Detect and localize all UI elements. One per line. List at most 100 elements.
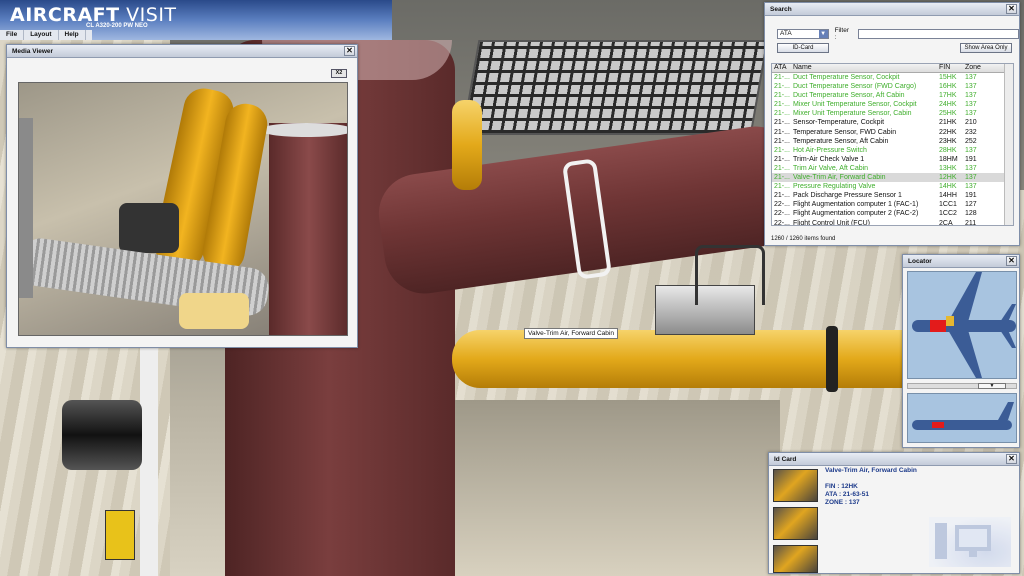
- table-row[interactable]: 22-... Flight Augmentation computer 2 (FA…: [772, 209, 1013, 218]
- table-row[interactable]: 21-... Temperature Sensor, FWD Cabin 22HK 2…: [772, 128, 1013, 137]
- cell-ata: 21-...: [774, 183, 790, 191]
- aircraft-side-view[interactable]: [907, 393, 1017, 443]
- column-name[interactable]: Name: [791, 64, 937, 72]
- table-row[interactable]: 22-... Flight Control Unit (FCU) 2CA 211: [772, 219, 1013, 226]
- cell-name: Mixer Unit Temperature Sensor, Cockpit: [793, 101, 917, 109]
- cell-name: Temperature Sensor, Aft Cabin: [793, 137, 889, 145]
- table-row[interactable]: 21-... Sensor-Temperature, Cockpit 21HK 210: [772, 118, 1013, 127]
- close-icon[interactable]: ✕: [1006, 454, 1017, 464]
- photo-gray-pipe: [19, 118, 33, 298]
- cell-name: Duct Temperature Sensor, Cockpit: [793, 74, 900, 81]
- search-title: Search ✕: [765, 3, 1019, 16]
- table-row[interactable]: 21-... Pressure Regulating Valve 14HK 137: [772, 182, 1013, 191]
- cell-ata: 21-...: [774, 174, 790, 182]
- cell-zone: 191: [965, 155, 977, 163]
- cell-ata: 22-...: [774, 219, 790, 226]
- cell-ata: 22-...: [774, 201, 790, 209]
- cell-ata: 21-...: [774, 128, 790, 136]
- filter-label: Filter :: [834, 27, 850, 41]
- table-row[interactable]: 21-... Trim Air Valve, Aft Cabin 13HK 137: [772, 164, 1013, 173]
- cell-zone: 137: [965, 74, 977, 81]
- table-row[interactable]: 21-... Duct Temperature Sensor (FWD Cargo…: [772, 82, 1013, 91]
- white-frame-post: [140, 348, 158, 576]
- aircraft-top-view[interactable]: [907, 271, 1017, 379]
- cell-fin: 16HK: [939, 83, 957, 91]
- table-row[interactable]: 21-... Hot Air-Pressure Switch 28HK 137: [772, 146, 1013, 155]
- results-list[interactable]: ATA Name FIN Zone 21-... Duct Temperature…: [771, 63, 1014, 226]
- component-photo: [18, 82, 348, 336]
- menu-layout[interactable]: Layout: [24, 30, 59, 40]
- cell-fin: 21HK: [939, 119, 957, 127]
- cell-name: Flight Control Unit (FCU): [793, 219, 871, 226]
- search-panel: Search ✕ ATA ▼ Filter : ID-Card Show Are…: [764, 2, 1020, 246]
- table-row[interactable]: 21-... Pack Discharge Pressure Sensor 1 14…: [772, 191, 1013, 200]
- cell-fin: 14HK: [939, 183, 957, 191]
- results-rows: 21-... Duct Temperature Sensor, Cockpit 15…: [772, 73, 1013, 226]
- close-icon[interactable]: ✕: [1006, 256, 1017, 266]
- column-fin[interactable]: FIN: [937, 64, 963, 72]
- id-card-info: Valve-Trim Air, Forward Cabin FIN : 12HK…: [825, 467, 917, 507]
- cell-ata: 21-...: [774, 164, 790, 172]
- locator-slider[interactable]: ▼: [907, 383, 1017, 389]
- cell-name: Trim-Air Check Valve 1: [793, 155, 865, 163]
- cell-ata: 21-...: [774, 137, 790, 145]
- table-row[interactable]: 21-... Temperature Sensor, Aft Cabin 23HK 2…: [772, 137, 1013, 146]
- ventilation-grille: [461, 40, 769, 135]
- cell-ata: 21-...: [774, 92, 790, 100]
- pipe-clamp: [826, 326, 838, 392]
- locator-title: Locator ✕: [903, 255, 1019, 268]
- table-row[interactable]: 21-... Duct Temperature Sensor, Cockpit 15…: [772, 73, 1013, 82]
- cell-fin: 13HK: [939, 164, 957, 172]
- cell-zone: 210: [965, 119, 977, 127]
- cell-zone: 137: [965, 83, 977, 91]
- cell-zone: 137: [965, 183, 977, 191]
- zoom-x2-button[interactable]: X2: [331, 69, 347, 78]
- table-row[interactable]: 21-... Valve-Trim Air, Forward Cabin 12HK 1…: [772, 173, 1013, 183]
- cell-fin: 23HK: [939, 137, 957, 145]
- black-coupler: [62, 400, 142, 470]
- cell-name: Duct Temperature Sensor (FWD Cargo): [793, 83, 917, 91]
- chevron-down-icon[interactable]: ▼: [818, 30, 828, 38]
- cell-name: Trim Air Valve, Aft Cabin: [793, 164, 869, 172]
- id-card-button[interactable]: ID-Card: [777, 43, 829, 53]
- cell-zone: 232: [965, 128, 977, 136]
- close-icon[interactable]: ✕: [344, 46, 355, 56]
- thumbnail-3[interactable]: [773, 545, 818, 573]
- filter-input[interactable]: [858, 29, 1019, 39]
- close-icon[interactable]: ✕: [1006, 4, 1017, 14]
- cell-zone: 137: [965, 110, 977, 118]
- slider-thumb[interactable]: ▼: [978, 383, 1006, 389]
- cell-name: Duct Temperature Sensor, Aft Cabin: [793, 92, 905, 100]
- cell-zone: 128: [965, 210, 977, 218]
- locator-panel: Locator ✕ ▼: [902, 254, 1020, 448]
- cell-ata: 21-...: [774, 119, 790, 127]
- yellow-riser-pipe: [452, 100, 482, 190]
- aircraft-model: CL A320-200 PW NEO: [86, 23, 148, 29]
- results-scrollbar[interactable]: [1004, 64, 1013, 225]
- menu-bar: File Layout Help: [0, 30, 92, 40]
- thumbnail-1[interactable]: [773, 469, 818, 502]
- show-area-only-button[interactable]: Show Area Only: [960, 43, 1012, 53]
- menu-file[interactable]: File: [0, 30, 25, 40]
- media-viewer-title: Media Viewer ✕: [7, 45, 357, 58]
- cell-name: Pressure Regulating Valve: [793, 183, 876, 191]
- table-row[interactable]: 21-... Trim-Air Check Valve 1 18HM 191: [772, 155, 1013, 164]
- category-select[interactable]: ATA ▼: [777, 29, 829, 39]
- cell-fin: 1CC2: [939, 210, 957, 218]
- table-row[interactable]: 21-... Mixer Unit Temperature Sensor, Cab…: [772, 109, 1013, 118]
- component-tooltip: Valve-Trim Air, Forward Cabin: [524, 328, 618, 339]
- cell-fin: 17HK: [939, 92, 957, 100]
- aircraft-side-icon: [912, 402, 1014, 430]
- warning-label: [105, 510, 135, 560]
- cell-name: Mixer Unit Temperature Sensor, Cabin: [793, 110, 912, 118]
- ata-value: ATA : 21-63-51: [825, 491, 869, 498]
- cell-ata: 21-...: [774, 101, 790, 109]
- table-row[interactable]: 21-... Duct Temperature Sensor, Aft Cabin…: [772, 91, 1013, 100]
- thumbnail-2[interactable]: [773, 507, 818, 540]
- items-found-status: 1260 / 1260 items found: [771, 236, 836, 242]
- column-ata[interactable]: ATA: [772, 64, 791, 72]
- table-row[interactable]: 22-... Flight Augmentation computer 1 (FA…: [772, 200, 1013, 209]
- column-zone[interactable]: Zone: [963, 64, 993, 72]
- table-row[interactable]: 21-... Mixer Unit Temperature Sensor, Coc…: [772, 100, 1013, 109]
- menu-help[interactable]: Help: [59, 30, 86, 40]
